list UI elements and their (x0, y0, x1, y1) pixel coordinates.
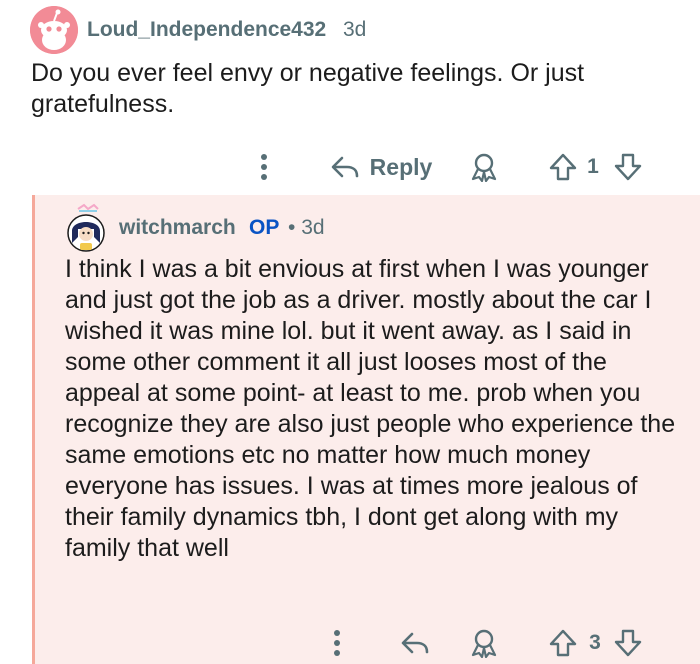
parent-vote-count: 1 (587, 155, 599, 178)
award-icon[interactable] (466, 150, 502, 184)
reply-username[interactable]: witchmarch (119, 216, 236, 240)
award-icon[interactable] (466, 626, 502, 660)
reply-arrow-icon[interactable] (397, 626, 433, 660)
more-options-icon[interactable] (323, 626, 351, 660)
downvote-icon[interactable] (610, 150, 646, 184)
upvote-icon[interactable] (545, 150, 581, 184)
user-avatar-icon[interactable] (64, 203, 108, 253)
reply-comment-body: I think I was a bit envious at first whe… (65, 255, 676, 562)
parent-action-bar: Reply 1 (0, 146, 700, 186)
reply-arrow-icon (330, 155, 360, 179)
reply-timestamp: • 3d (288, 216, 325, 240)
reply-label: Reply (369, 153, 433, 180)
more-options-icon[interactable] (250, 150, 278, 184)
reply-vote-count: 3 (589, 631, 601, 654)
reply-age: 3d (301, 216, 325, 239)
snoo-avatar-icon[interactable] (30, 6, 78, 54)
reply-action-bar: 3 (0, 620, 700, 660)
parent-timestamp: 3d (343, 18, 367, 41)
upvote-icon[interactable] (545, 626, 581, 660)
meta-separator: • (288, 216, 296, 239)
parent-username[interactable]: Loud_Independence432 (87, 18, 326, 42)
downvote-icon[interactable] (610, 626, 646, 660)
parent-comment-body: Do you ever feel envy or negative feelin… (31, 59, 585, 118)
op-badge: OP (249, 216, 280, 239)
reply-button[interactable]: Reply (326, 150, 436, 184)
